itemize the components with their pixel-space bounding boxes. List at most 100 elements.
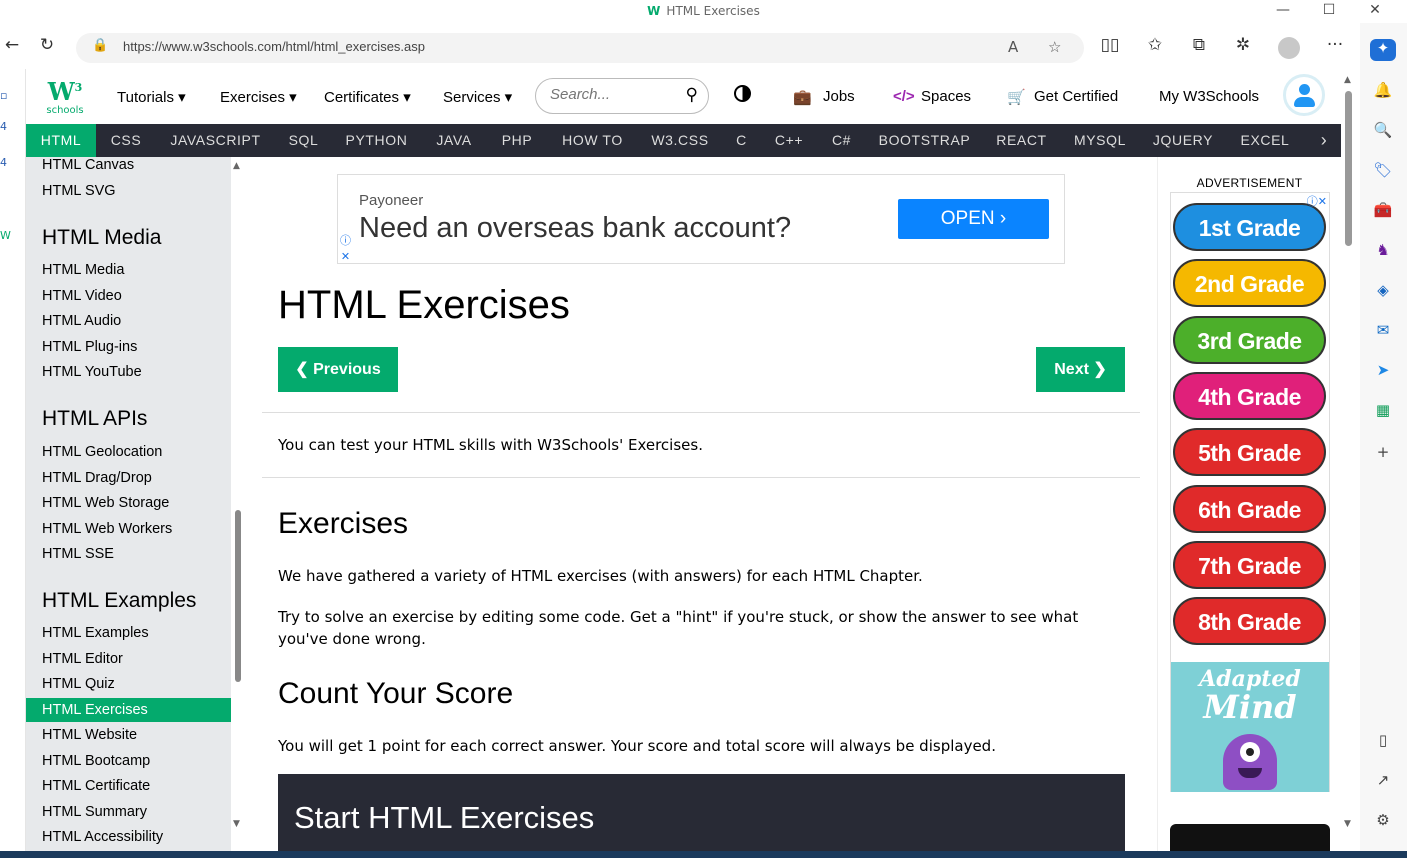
sidebar-item-html-youtube[interactable]: HTML YouTube — [26, 360, 231, 384]
start-exercises-title[interactable]: Start HTML Exercises — [294, 800, 594, 836]
grade-button-8[interactable]: 8th Grade — [1173, 597, 1326, 646]
sidebar-item-html-editor[interactable]: HTML Editor — [26, 647, 231, 671]
dark-ad-block[interactable] — [1170, 824, 1330, 854]
address-bar[interactable]: 🔒 https://www.w3schools.com/html/html_ex… — [76, 33, 1084, 63]
microsoft365-icon[interactable]: ◈ — [1370, 281, 1396, 303]
favorites-icon[interactable]: ✩ — [1143, 35, 1167, 55]
grade-button-7[interactable]: 7th Grade — [1173, 540, 1326, 589]
topic-mysql[interactable]: MYSQL — [1060, 124, 1140, 157]
next-button[interactable]: Next ❯ — [1036, 347, 1125, 392]
topic-sql[interactable]: SQL — [275, 124, 332, 157]
sidebar-item-html-sse[interactable]: HTML SSE — [26, 542, 231, 566]
w3schools-logo[interactable]: W3 schools — [44, 75, 86, 117]
topic-php[interactable]: PHP — [487, 124, 547, 157]
grade-button-1[interactable]: 1st Grade — [1173, 203, 1326, 251]
ad-headline[interactable]: Need an overseas bank account? — [359, 212, 791, 245]
sidebar-item-html-audio[interactable]: HTML Audio — [26, 309, 231, 333]
topic-c-[interactable]: C++ — [761, 124, 817, 157]
sidebar-item-html-examples[interactable]: HTML Examples — [26, 621, 231, 645]
sidebar-item-html-drag-drop[interactable]: HTML Drag/Drop — [26, 466, 231, 490]
topic-c-[interactable]: C# — [817, 124, 866, 157]
maximize-button[interactable]: ☐ — [1314, 2, 1344, 18]
close-button[interactable]: ✕ — [1360, 2, 1390, 18]
topic-css[interactable]: CSS — [96, 124, 156, 157]
nav-jobs[interactable]: Jobs — [823, 88, 855, 105]
nav-services[interactable]: Services ▾ — [443, 88, 512, 106]
topic-python[interactable]: PYTHON — [332, 124, 421, 157]
settings-gear-icon[interactable]: ⚙ — [1370, 811, 1396, 833]
read-aloud-icon[interactable]: A — [1008, 38, 1018, 56]
sidebar-item-html-canvas[interactable]: HTML Canvas — [26, 157, 231, 177]
tag-icon[interactable]: 🏷 — [1370, 161, 1396, 183]
spaces-icon[interactable]: </> — [893, 88, 915, 105]
previous-button[interactable]: ❮ Previous — [278, 347, 398, 392]
scroll-up-icon[interactable]: ▲ — [233, 161, 240, 171]
nav-spaces[interactable]: Spaces — [921, 88, 971, 105]
start-exercises-box[interactable]: Start HTML Exercises — [278, 774, 1125, 851]
sidebar-item-html-svg[interactable]: HTML SVG — [26, 179, 231, 203]
topic-excel[interactable]: EXCEL — [1226, 124, 1304, 157]
sidebar-item-html-certificate[interactable]: HTML Certificate — [26, 774, 231, 798]
open-external-icon[interactable]: ↗ — [1370, 771, 1396, 793]
scroll-down-icon[interactable]: ▼ — [233, 819, 240, 829]
topic-how-to[interactable]: HOW TO — [547, 124, 638, 157]
topic-jquery[interactable]: JQUERY — [1140, 124, 1226, 157]
games-icon[interactable]: ♞ — [1370, 241, 1396, 263]
topic-c[interactable]: C — [722, 124, 761, 157]
ad-open-button[interactable]: OPEN › — [898, 199, 1049, 239]
topics-next-icon[interactable]: › — [1310, 124, 1338, 157]
back-icon[interactable]: ← — [0, 35, 24, 55]
grade-ad[interactable]: 1st Grade 2nd Grade 3rd Grade 4th Grade 5th … — [1170, 192, 1330, 792]
ad-info-icon[interactable]: ⓘ — [338, 233, 353, 248]
briefcase-icon[interactable]: 🧰 — [1370, 201, 1396, 223]
grade-button-6[interactable]: 6th Grade — [1173, 484, 1326, 533]
sidebar-item-html-media[interactable]: HTML Media — [26, 258, 231, 282]
page-scrollbar[interactable]: ▲ ▼ — [1341, 69, 1360, 851]
send-icon[interactable]: ➤ — [1370, 361, 1396, 383]
jobs-icon[interactable]: 💼 — [793, 88, 812, 106]
nav-tutorials[interactable]: Tutorials ▾ — [117, 88, 186, 106]
nav-certificates[interactable]: Certificates ▾ — [324, 88, 411, 106]
sidebar-item-html-bootcamp[interactable]: HTML Bootcamp — [26, 749, 231, 773]
nav-my-w3schools[interactable]: My W3Schools — [1159, 88, 1259, 105]
payoneer-ad[interactable]: Payoneer Need an overseas bank account? … — [337, 174, 1065, 264]
search-icon[interactable]: 🔍 — [1370, 121, 1396, 143]
sidebar-item-html-video[interactable]: HTML Video — [26, 284, 231, 308]
search-box[interactable]: ⚲ — [535, 78, 709, 114]
topic-html[interactable]: HTML — [26, 124, 96, 157]
topic-javascript[interactable]: JAVASCRIPT — [156, 124, 275, 157]
sidebar-item-html-accessibility[interactable]: HTML Accessibility — [26, 825, 231, 849]
more-menu-icon[interactable]: ··· — [1323, 35, 1347, 55]
cart-icon[interactable]: 🛒 — [1007, 88, 1026, 106]
topic-w3-css[interactable]: W3.CSS — [638, 124, 722, 157]
grade-button-2[interactable]: 2nd Grade — [1173, 259, 1326, 308]
profile-avatar[interactable] — [1278, 37, 1300, 59]
page-scroll-up-icon[interactable]: ▲ — [1344, 75, 1351, 85]
sidebar-item-html-plug-ins[interactable]: HTML Plug-ins — [26, 335, 231, 359]
nav-exercises[interactable]: Exercises ▾ — [220, 88, 297, 106]
ad-choices-icon[interactable]: ⓘ✕ — [1307, 193, 1327, 209]
extensions-icon[interactable]: ✲ — [1231, 35, 1255, 55]
dark-mode-toggle-icon[interactable] — [734, 85, 751, 102]
nav-get-certified[interactable]: Get Certified — [1034, 88, 1118, 105]
topic-java[interactable]: JAVA — [421, 124, 487, 157]
reload-icon[interactable]: ↻ — [35, 35, 59, 55]
add-icon[interactable]: + — [1370, 443, 1396, 465]
url-text[interactable]: https://www.w3schools.com/html/html_exer… — [123, 39, 425, 54]
sidebar-item-html-geolocation[interactable]: HTML Geolocation — [26, 440, 231, 464]
notification-bell-icon[interactable]: 🔔 — [1370, 81, 1396, 103]
topic-bootstrap[interactable]: BOOTSTRAP — [866, 124, 983, 157]
sidebar-item-html-exercises[interactable]: HTML Exercises — [26, 697, 231, 722]
sidebar-item-html-summary[interactable]: HTML Summary — [26, 800, 231, 824]
sidebar-toggle-icon[interactable]: ▯ — [1370, 731, 1396, 753]
minimize-button[interactable]: — — [1268, 2, 1298, 18]
grade-button-5[interactable]: 5th Grade — [1173, 428, 1326, 477]
page-scroll-thumb[interactable] — [1345, 91, 1352, 246]
sheets-icon[interactable]: ▦ — [1370, 401, 1396, 423]
favorite-star-icon[interactable]: ☆ — [1048, 38, 1061, 56]
user-account-icon[interactable] — [1283, 74, 1325, 116]
grade-button-3[interactable]: 3rd Grade — [1173, 315, 1326, 364]
outlook-icon[interactable]: ✉ — [1370, 321, 1396, 343]
split-screen-icon[interactable]: ▯▯ — [1098, 35, 1122, 55]
sidebar-item-html-website[interactable]: HTML Website — [26, 723, 231, 747]
